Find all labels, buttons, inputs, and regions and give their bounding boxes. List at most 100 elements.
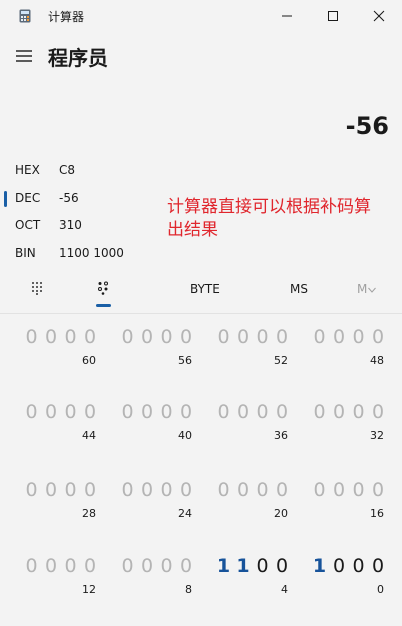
toolbar: BYTE MS M <box>0 272 402 308</box>
bit-toggle[interactable]: 0 <box>253 555 272 577</box>
radix-label: DEC <box>15 191 41 205</box>
radix-label: BIN <box>15 246 36 260</box>
bit-group: 1100 <box>214 555 288 581</box>
bit-group: 0000 <box>214 326 288 352</box>
bit-toggle[interactable]: 0 <box>330 555 349 577</box>
bit-toggle: 0 <box>121 401 134 423</box>
bit-toggle: 0 <box>236 326 250 348</box>
bit-toggle: 0 <box>275 479 289 501</box>
bit-toggle: 0 <box>275 326 289 348</box>
window-title: 计算器 <box>48 10 85 24</box>
bit-toggle: 0 <box>160 479 173 501</box>
bit-toggle: 0 <box>25 479 38 501</box>
bit-toggle: 0 <box>217 479 230 501</box>
bit-toggle: 0 <box>179 326 193 348</box>
bit-position-label: 44 <box>82 429 96 442</box>
bit-toggle: 0 <box>256 401 269 423</box>
close-icon <box>373 10 385 22</box>
minimize-button[interactable] <box>264 0 310 32</box>
bit-toggle: 0 <box>371 401 385 423</box>
bit-toggle: 0 <box>25 555 38 577</box>
bit-toggle: 0 <box>217 401 230 423</box>
bit-toggle: 0 <box>313 326 326 348</box>
bit-group: 1000 <box>310 555 384 581</box>
bit-toggle: 0 <box>313 479 326 501</box>
memory-view-button[interactable]: M <box>357 282 377 296</box>
radix-value: C8 <box>59 163 76 177</box>
bit-group: 0000 <box>118 555 192 581</box>
bit-toggle-icon <box>98 281 108 295</box>
bit-toggle[interactable]: 0 <box>273 555 292 577</box>
word-size-button[interactable]: BYTE <box>190 282 220 296</box>
bit-position-label: 8 <box>185 583 192 596</box>
bit-toggle: 0 <box>179 555 193 577</box>
radix-value: 310 <box>59 218 82 232</box>
maximize-icon <box>328 11 338 21</box>
bit-toggle: 0 <box>371 479 385 501</box>
bit-position-label: 56 <box>178 354 192 367</box>
maximize-button[interactable] <box>310 0 356 32</box>
bit-group: 0000 <box>22 401 96 427</box>
bit-position-label: 32 <box>370 429 384 442</box>
bit-toggle[interactable]: 1 <box>234 555 253 577</box>
full-keypad-button[interactable] <box>24 272 52 308</box>
bit-toggle: 0 <box>64 555 77 577</box>
bit-group: 0000 <box>22 555 96 581</box>
menu-icon[interactable] <box>14 46 34 66</box>
bit-toggle-keypad-button[interactable] <box>89 272 117 308</box>
bit-toggle: 0 <box>352 326 365 348</box>
calculator-app-icon <box>19 9 31 23</box>
mode-title: 程序员 <box>48 46 108 70</box>
radix-hex-row[interactable]: HEX C8 <box>0 158 150 184</box>
bit-toggle: 0 <box>160 555 173 577</box>
bit-toggle[interactable]: 1 <box>214 555 233 577</box>
bit-toggle: 0 <box>256 326 269 348</box>
bit-position-label: 12 <box>82 583 96 596</box>
radix-value: 1100 1000 <box>59 246 124 260</box>
bit-toggle: 0 <box>121 479 134 501</box>
bit-toggle: 0 <box>140 401 154 423</box>
close-button[interactable] <box>356 0 402 32</box>
bit-toggle: 0 <box>44 555 58 577</box>
bit-toggle: 0 <box>140 326 154 348</box>
selection-indicator <box>4 191 7 207</box>
radix-label: HEX <box>15 163 40 177</box>
chevron-down-icon <box>368 287 377 293</box>
bit-toggle[interactable]: 1 <box>310 555 329 577</box>
minimize-icon <box>282 15 292 17</box>
bit-group: 0000 <box>214 401 288 427</box>
bit-toggle: 0 <box>83 555 97 577</box>
bit-position-label: 24 <box>178 507 192 520</box>
bit-toggle: 0 <box>83 479 97 501</box>
bit-toggle: 0 <box>25 326 38 348</box>
bit-toggle: 0 <box>44 479 58 501</box>
bit-toggle: 0 <box>140 479 154 501</box>
keypad-grid-icon <box>32 282 42 295</box>
keypad-divider <box>0 313 402 314</box>
radix-oct-row[interactable]: OCT 310 <box>0 213 150 239</box>
bit-toggle: 0 <box>332 479 346 501</box>
active-tab-indicator <box>96 304 111 307</box>
bit-toggle: 0 <box>64 401 77 423</box>
bit-toggle: 0 <box>64 326 77 348</box>
bit-toggle: 0 <box>160 326 173 348</box>
bit-position-label: 20 <box>274 507 288 520</box>
bit-position-label: 0 <box>377 583 384 596</box>
bit-group: 0000 <box>118 401 192 427</box>
bit-toggle: 0 <box>217 326 230 348</box>
bit-toggle: 0 <box>25 401 38 423</box>
bit-toggle: 0 <box>179 401 193 423</box>
bit-toggle[interactable]: 0 <box>369 555 388 577</box>
radix-label: OCT <box>15 218 41 232</box>
bit-position-label: 28 <box>82 507 96 520</box>
memory-store-button[interactable]: MS <box>290 282 308 296</box>
radix-bin-row[interactable]: BIN 1100 1000 <box>0 241 150 267</box>
bit-toggle: 0 <box>121 326 134 348</box>
bit-toggle: 0 <box>64 479 77 501</box>
memory-view-label: M <box>357 282 368 296</box>
radix-dec-row[interactable]: DEC -56 <box>0 186 150 212</box>
bit-toggle[interactable]: 0 <box>349 555 368 577</box>
bit-position-label: 60 <box>82 354 96 367</box>
bit-toggle: 0 <box>236 479 250 501</box>
bit-group: 0000 <box>22 479 96 505</box>
